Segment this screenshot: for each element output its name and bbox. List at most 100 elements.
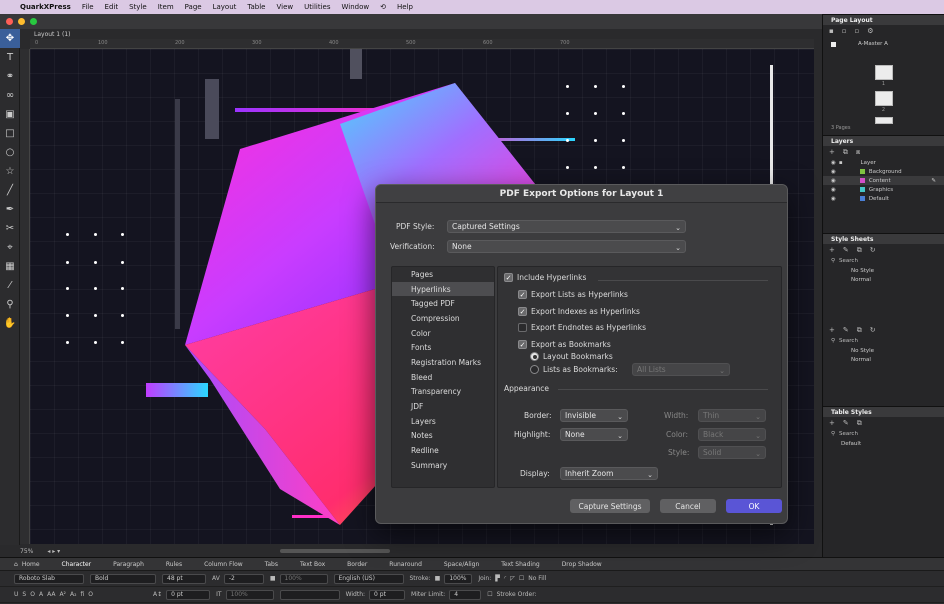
- language-select[interactable]: English (US): [333, 573, 404, 584]
- style-sheets-panel-header[interactable]: Style Sheets: [823, 233, 944, 244]
- export-lists-checkbox[interactable]: ✓ Export Lists as Hyperlinks: [518, 290, 628, 299]
- tracking-field[interactable]: -2: [223, 573, 264, 584]
- layer-row[interactable]: ◉ Graphics: [823, 185, 944, 194]
- menu-app-name[interactable]: QuarkXPress: [20, 3, 71, 11]
- refresh-style-icon[interactable]: ↻: [870, 246, 876, 254]
- horizontal-scrollbar[interactable]: [280, 549, 391, 553]
- tab-border[interactable]: Border: [347, 561, 367, 568]
- menu-help[interactable]: Help: [397, 3, 413, 11]
- duplicate-page-icon[interactable]: ▫: [842, 27, 847, 35]
- starburst-tool-icon[interactable]: ☆: [0, 162, 20, 181]
- opentype-icon[interactable]: O: [88, 591, 93, 598]
- tab-text-shading[interactable]: Text Shading: [501, 561, 539, 568]
- font-style-select[interactable]: Bold: [90, 573, 156, 584]
- edit-table-style-icon[interactable]: ✎: [843, 419, 849, 427]
- menu-page[interactable]: Page: [185, 3, 202, 11]
- export-endnotes-checkbox[interactable]: Export Endnotes as Hyperlinks: [518, 323, 646, 332]
- tab-rules[interactable]: Rules: [166, 561, 182, 568]
- character-style-item[interactable]: Normal: [823, 355, 944, 364]
- all-caps-icon[interactable]: AA: [47, 591, 55, 598]
- nav-hyperlinks[interactable]: Hyperlinks: [392, 281, 494, 297]
- menu-file[interactable]: File: [82, 3, 94, 11]
- nav-summary[interactable]: Summary: [392, 458, 494, 473]
- layers-panel-header[interactable]: Layers: [823, 135, 944, 146]
- nav-jdf[interactable]: JDF: [392, 399, 494, 414]
- paragraph-style-item[interactable]: No Style: [823, 266, 944, 275]
- join-bevel-icon[interactable]: ◸: [510, 575, 515, 582]
- new-style-icon[interactable]: +: [829, 326, 835, 334]
- pdf-style-select[interactable]: Captured Settings ⌄: [447, 220, 686, 233]
- font-size-field[interactable]: 48 pt: [162, 573, 206, 584]
- eye-icon[interactable]: ◉: [831, 178, 836, 184]
- page-thumbnail[interactable]: [874, 91, 893, 106]
- master-page-row[interactable]: A-Master A: [823, 37, 944, 51]
- tab-space-align[interactable]: Space/Align: [444, 561, 479, 568]
- font-select[interactable]: Roboto Slab: [14, 573, 84, 584]
- nav-layers[interactable]: Layers: [392, 414, 494, 429]
- tab-runaround[interactable]: Runaround: [389, 561, 422, 568]
- zoom-window-button[interactable]: [30, 18, 37, 25]
- duplicate-style-icon[interactable]: ⧉: [857, 326, 862, 335]
- horizontal-scale-field[interactable]: 100%: [279, 573, 328, 584]
- style-select[interactable]: Solid ⌄: [698, 446, 766, 459]
- nav-registration-marks[interactable]: Registration Marks: [392, 355, 494, 370]
- tab-paragraph[interactable]: Paragraph: [113, 561, 144, 568]
- subscript-icon[interactable]: A₂: [70, 591, 77, 598]
- outline-icon[interactable]: O: [30, 591, 35, 598]
- menu-item[interactable]: Item: [158, 3, 174, 11]
- table-styles-panel-header[interactable]: Table Styles: [823, 406, 944, 417]
- tab-home[interactable]: Home: [22, 561, 40, 568]
- nav-redline[interactable]: Redline: [392, 443, 494, 458]
- nav-notes[interactable]: Notes: [392, 429, 494, 444]
- style-search[interactable]: ⚲ Search: [823, 256, 944, 266]
- tab-column-flow[interactable]: Column Flow: [204, 561, 243, 568]
- unlink-tool-icon[interactable]: ∞: [0, 86, 20, 105]
- rectangle-box-tool-icon[interactable]: □: [0, 124, 20, 143]
- stroke-order-icon[interactable]: ☐: [487, 591, 492, 598]
- close-window-button[interactable]: [6, 18, 13, 25]
- lists-select[interactable]: All Lists ⌄: [632, 363, 730, 376]
- export-bookmarks-checkbox[interactable]: ✓ Export as Bookmarks: [518, 340, 611, 349]
- new-style-icon[interactable]: +: [829, 246, 835, 254]
- page-options-icon[interactable]: ⚙: [867, 27, 873, 35]
- menu-edit[interactable]: Edit: [105, 3, 119, 11]
- scissors-tool-icon[interactable]: ✂: [0, 219, 20, 238]
- ligature-icon[interactable]: fi: [80, 591, 84, 598]
- edit-style-icon[interactable]: ✎: [843, 246, 849, 254]
- minimize-window-button[interactable]: [18, 18, 25, 25]
- eye-icon[interactable]: ◉: [831, 187, 836, 193]
- menu-utilities[interactable]: Utilities: [304, 3, 330, 11]
- horizontal-ruler[interactable]: 0 100 200 300 400 500 600 700: [30, 39, 814, 49]
- export-indexes-checkbox[interactable]: ✓ Export Indexes as Hyperlinks: [518, 307, 640, 316]
- nav-compression[interactable]: Compression: [392, 311, 494, 326]
- text-linking-tool-icon[interactable]: ⚭: [0, 67, 20, 86]
- character-style-item[interactable]: No Style: [823, 346, 944, 355]
- border-select[interactable]: Invisible ⌄: [560, 409, 628, 422]
- highlight-select[interactable]: None ⌄: [560, 428, 628, 441]
- page-thumbnail[interactable]: [874, 117, 893, 124]
- include-hyperlinks-checkbox[interactable]: ✓ Include Hyperlinks: [504, 273, 586, 282]
- menu-table[interactable]: Table: [247, 3, 265, 11]
- text-content-tool-icon[interactable]: T: [0, 48, 20, 67]
- line-tool-icon[interactable]: ╱: [0, 181, 20, 200]
- layer-row[interactable]: ◉ Background: [823, 167, 944, 176]
- eye-icon[interactable]: ◉: [831, 196, 836, 202]
- vertical-scale-field[interactable]: 100%: [225, 589, 274, 600]
- cancel-button[interactable]: Cancel: [660, 499, 716, 513]
- paragraph-style-item[interactable]: Normal: [823, 275, 944, 284]
- tab-drop-shadow[interactable]: Drop Shadow: [562, 561, 602, 568]
- picture-content-tool-icon[interactable]: ▣: [0, 105, 20, 124]
- char-style-search[interactable]: ⚲ Search: [823, 336, 944, 346]
- layout-bookmarks-radio[interactable]: Layout Bookmarks: [530, 352, 613, 361]
- strikethrough-icon[interactable]: S: [22, 591, 26, 598]
- join-round-icon[interactable]: ◜: [504, 575, 506, 582]
- shadow-icon[interactable]: A: [39, 591, 43, 598]
- new-layer-icon[interactable]: +: [829, 148, 835, 156]
- refresh-style-icon[interactable]: ↻: [870, 326, 876, 334]
- lists-bookmarks-radio[interactable]: Lists as Bookmarks:: [530, 365, 618, 374]
- miter-limit-field[interactable]: 4: [449, 589, 482, 600]
- stroke-width-field[interactable]: 0 pt: [369, 589, 406, 600]
- page-thumbnail[interactable]: [874, 65, 893, 80]
- menu-style[interactable]: Style: [129, 3, 147, 11]
- tab-character[interactable]: Character: [62, 561, 92, 568]
